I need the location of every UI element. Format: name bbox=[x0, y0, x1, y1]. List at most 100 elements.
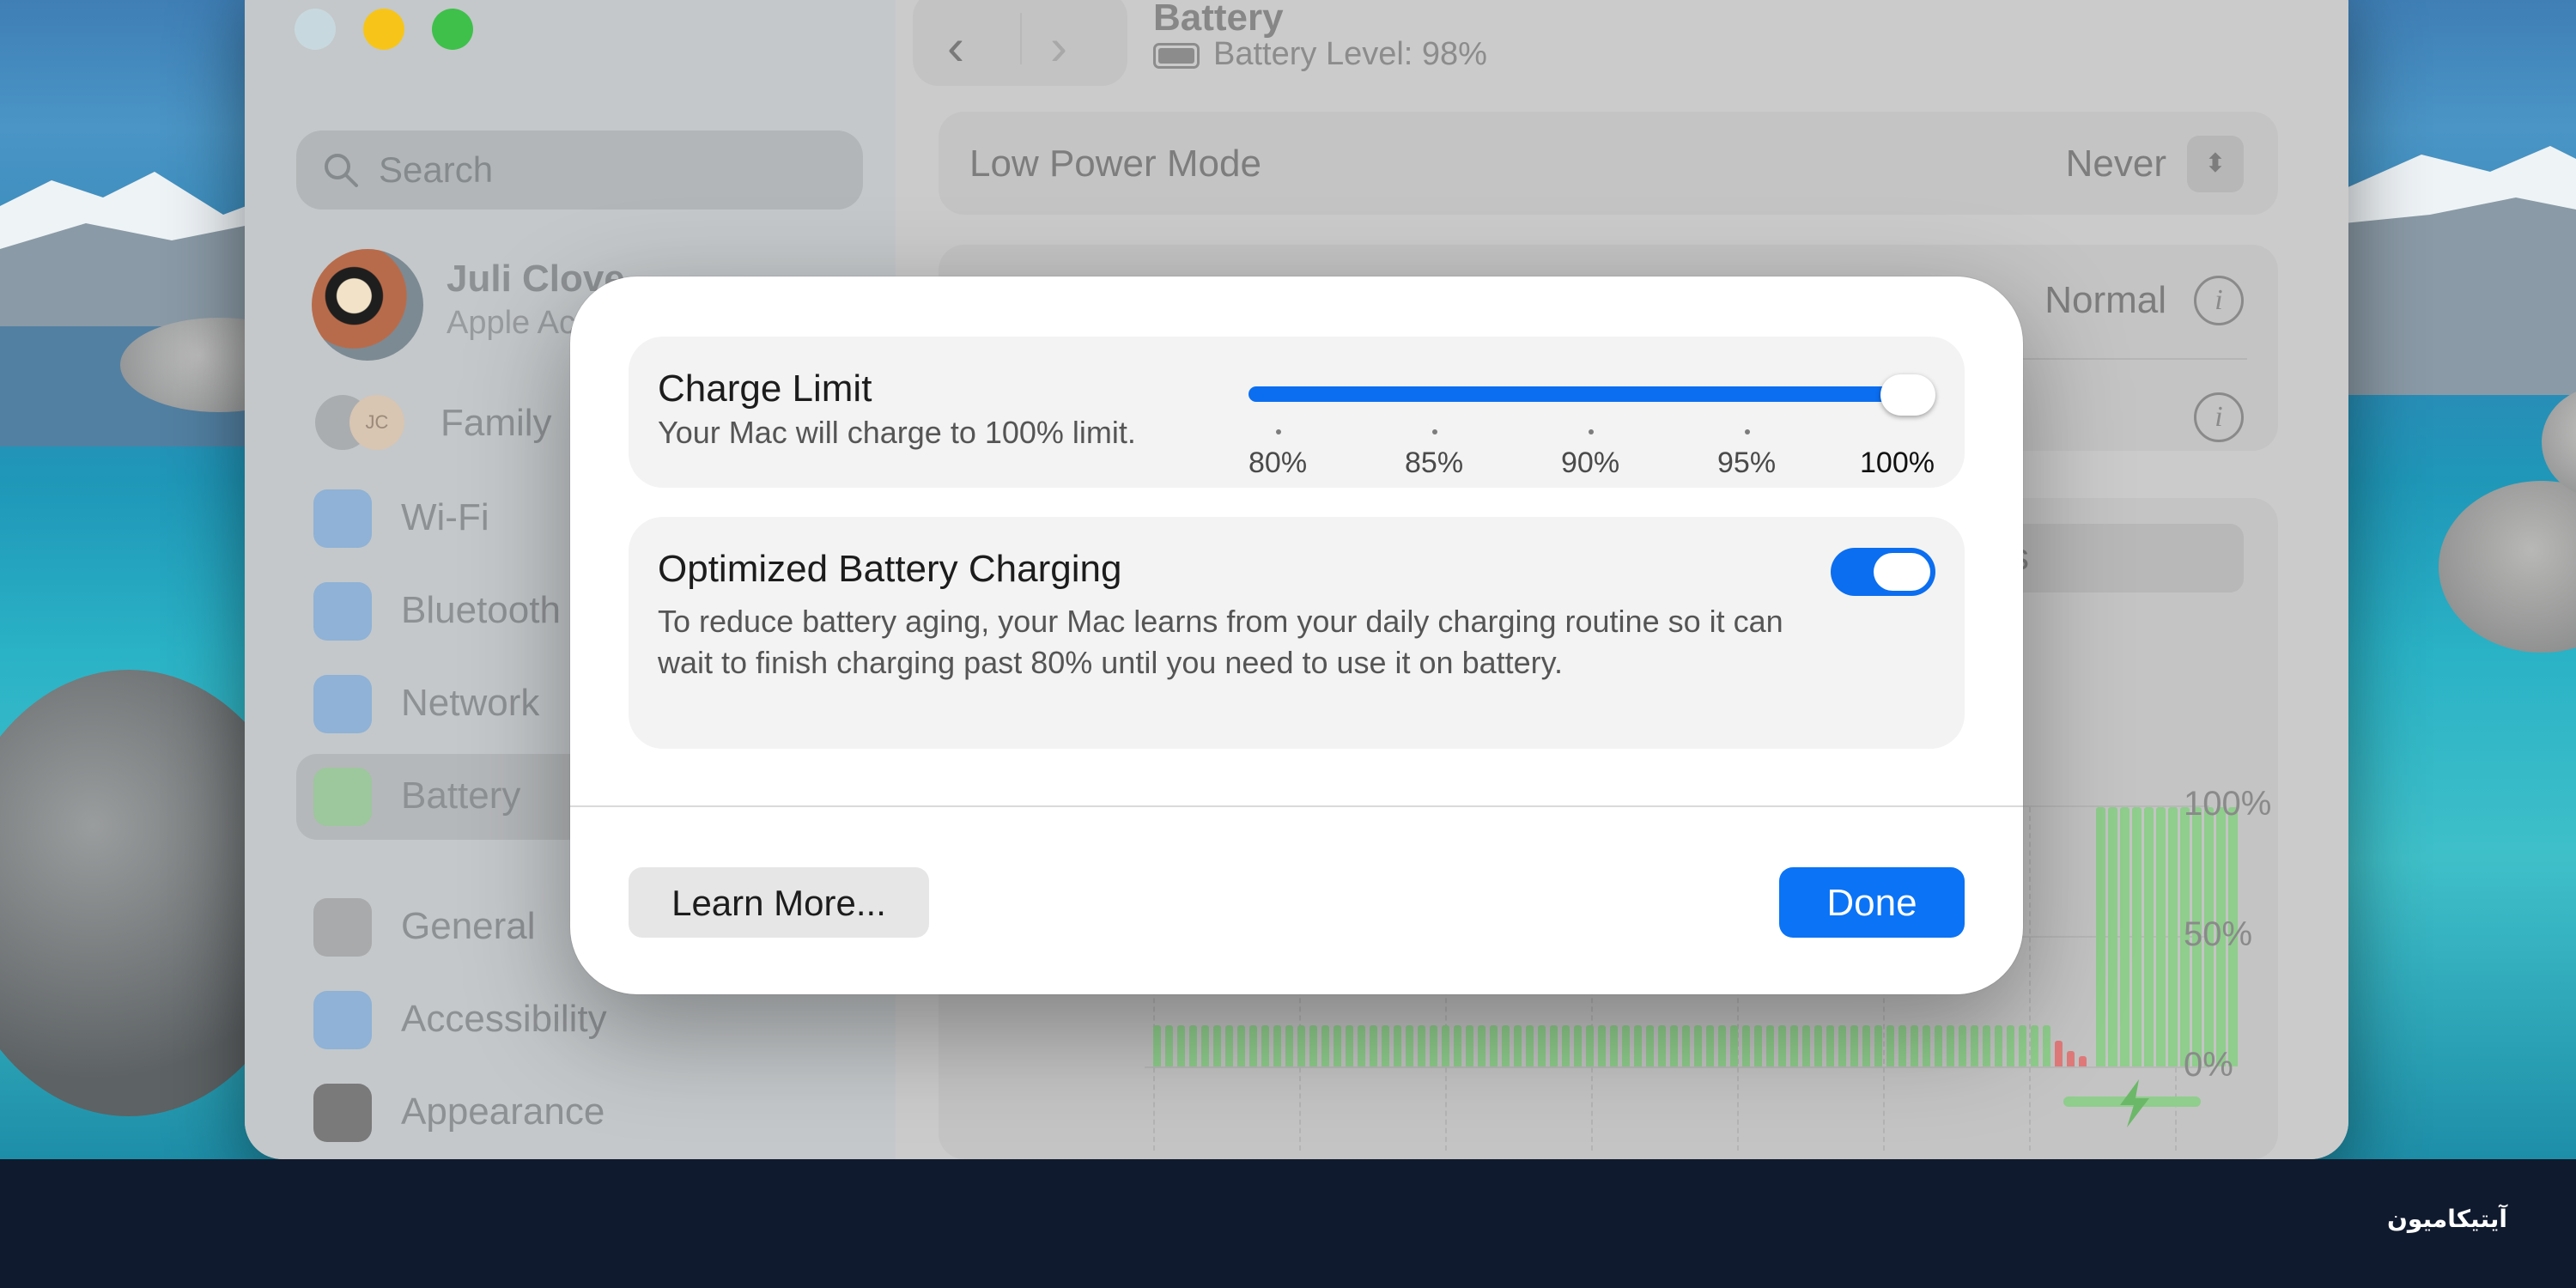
chart-bar bbox=[1935, 1024, 1942, 1066]
charge-limit-slider[interactable]: 80% 85% 90% 95% 100% bbox=[1249, 369, 1935, 479]
optimized-charging-description: To reduce battery aging, your Mac learns… bbox=[658, 604, 1783, 680]
chart-bar bbox=[1285, 1024, 1293, 1066]
slider-tick-label: 95% bbox=[1717, 447, 1777, 479]
low-power-mode-label: Low Power Mode bbox=[969, 143, 1261, 185]
sidebar-item-label: Bluetooth bbox=[401, 589, 561, 631]
family-avatars[interactable]: JC bbox=[315, 395, 410, 455]
battery-level-status: Battery Level: 98% bbox=[1153, 36, 1487, 73]
page-title: Battery bbox=[1153, 0, 1284, 39]
chart-bar bbox=[2096, 807, 2105, 1066]
chart-bar bbox=[1213, 1024, 1221, 1066]
chart-bar bbox=[1959, 1024, 1966, 1066]
chart-bar bbox=[1237, 1024, 1245, 1066]
wifi-icon bbox=[313, 489, 372, 548]
chart-bar bbox=[1430, 1024, 1437, 1066]
chart-bar bbox=[1273, 1024, 1281, 1066]
chart-bar bbox=[1610, 1024, 1618, 1066]
chart-bar bbox=[1550, 1024, 1558, 1066]
charge-limit-description: Your Mac will charge to 100% limit. bbox=[658, 415, 1136, 450]
chart-bar bbox=[2007, 1024, 2014, 1066]
chart-bar bbox=[1334, 1024, 1341, 1066]
slider-track[interactable] bbox=[1249, 386, 1910, 402]
chart-bar bbox=[1682, 1024, 1690, 1066]
chart-bar bbox=[1249, 1024, 1257, 1066]
chart-bar bbox=[2144, 807, 2154, 1066]
globe-icon bbox=[313, 675, 372, 733]
gear-icon bbox=[313, 898, 372, 957]
chart-bar bbox=[1177, 1024, 1185, 1066]
chart-bar bbox=[1370, 1024, 1377, 1066]
site-logo: آیتیکامیون bbox=[2387, 1205, 2507, 1233]
optimized-charging-toggle[interactable] bbox=[1831, 548, 1935, 596]
chart-bar bbox=[1261, 1024, 1269, 1066]
chart-bar bbox=[1526, 1024, 1534, 1066]
chart-bar bbox=[1454, 1024, 1461, 1066]
chart-bar bbox=[1766, 1024, 1774, 1066]
appearance-icon bbox=[313, 1084, 372, 1142]
divider bbox=[570, 805, 2023, 807]
chart-bar bbox=[1346, 1024, 1353, 1066]
chart-bar bbox=[1574, 1024, 1582, 1066]
chart-bar bbox=[1189, 1024, 1197, 1066]
info-icon[interactable]: i bbox=[2194, 392, 2244, 442]
energy-mode-value[interactable]: Normal bbox=[2044, 279, 2166, 322]
chart-bar bbox=[1995, 1024, 2002, 1066]
boulder-right bbox=[2439, 481, 2576, 653]
chart-bar bbox=[2168, 807, 2178, 1066]
learn-more-button[interactable]: Learn More... bbox=[629, 867, 929, 938]
chart-bar bbox=[1514, 1024, 1522, 1066]
sidebar-item-appearance[interactable]: Appearance bbox=[296, 1070, 863, 1156]
slider-tick bbox=[1745, 429, 1750, 434]
close-window-button[interactable] bbox=[295, 9, 336, 50]
chart-bar bbox=[1201, 1024, 1209, 1066]
chart-bar bbox=[2120, 807, 2129, 1066]
chart-bar bbox=[1718, 1024, 1726, 1066]
chart-bar bbox=[1947, 1024, 1954, 1066]
chart-bar bbox=[1382, 1024, 1389, 1066]
chart-bar bbox=[1971, 1024, 1978, 1066]
search-placeholder: Search bbox=[379, 149, 494, 190]
slider-knob[interactable] bbox=[1880, 374, 1935, 416]
slider-tick-label: 100% bbox=[1860, 447, 1935, 479]
charge-limit-dialog: Charge Limit Your Mac will charge to 100… bbox=[570, 276, 2023, 994]
chart-bar bbox=[1850, 1024, 1858, 1066]
chart-bar bbox=[1165, 1024, 1173, 1066]
search-input[interactable]: Search bbox=[296, 131, 863, 210]
slider-tick bbox=[1276, 429, 1281, 434]
chart-bar bbox=[2132, 807, 2142, 1066]
chart-bar bbox=[2067, 1050, 2075, 1066]
chart-bar bbox=[1309, 1024, 1317, 1066]
low-power-mode-value[interactable]: Never bbox=[2066, 143, 2166, 185]
chart-bar bbox=[1899, 1024, 1906, 1066]
info-icon[interactable]: i bbox=[2194, 276, 2244, 325]
gridline bbox=[1145, 1066, 2209, 1068]
slider-tick-label: 80% bbox=[1249, 447, 1308, 479]
chart-bar bbox=[1838, 1024, 1846, 1066]
footer-band: آیتیکامیون bbox=[0, 1159, 2576, 1288]
back-chevron-icon[interactable]: ‹ bbox=[947, 17, 964, 76]
minimize-window-button[interactable] bbox=[363, 9, 404, 50]
chart-bar bbox=[1538, 1024, 1546, 1066]
zoom-window-button[interactable] bbox=[432, 9, 473, 50]
chart-bar bbox=[1790, 1024, 1798, 1066]
avatar[interactable] bbox=[312, 249, 423, 361]
chart-bar bbox=[1911, 1024, 1918, 1066]
chart-bar bbox=[1225, 1024, 1233, 1066]
forward-chevron-icon[interactable]: › bbox=[1050, 17, 1067, 76]
slider-tick bbox=[1589, 429, 1594, 434]
chart-bar bbox=[1983, 1024, 1990, 1066]
chart-bar bbox=[1706, 1024, 1714, 1066]
sidebar-item-label: Network bbox=[401, 682, 540, 724]
chevron-up-down-icon[interactable]: ⬍ bbox=[2187, 136, 2244, 192]
sidebar-item-family[interactable]: Family bbox=[440, 402, 552, 445]
y-tick-label: 50% bbox=[2184, 915, 2253, 953]
chart-bar bbox=[2043, 1024, 2050, 1066]
chart-bar bbox=[1826, 1024, 1834, 1066]
charge-limit-card: Charge Limit Your Mac will charge to 100… bbox=[629, 337, 1965, 488]
done-button[interactable]: Done bbox=[1779, 867, 1965, 938]
chart-bar bbox=[1442, 1024, 1449, 1066]
chart-bar bbox=[1730, 1024, 1738, 1066]
chart-bar bbox=[2019, 1024, 2026, 1066]
chart-bar bbox=[1562, 1024, 1570, 1066]
chart-bar bbox=[1658, 1024, 1666, 1066]
